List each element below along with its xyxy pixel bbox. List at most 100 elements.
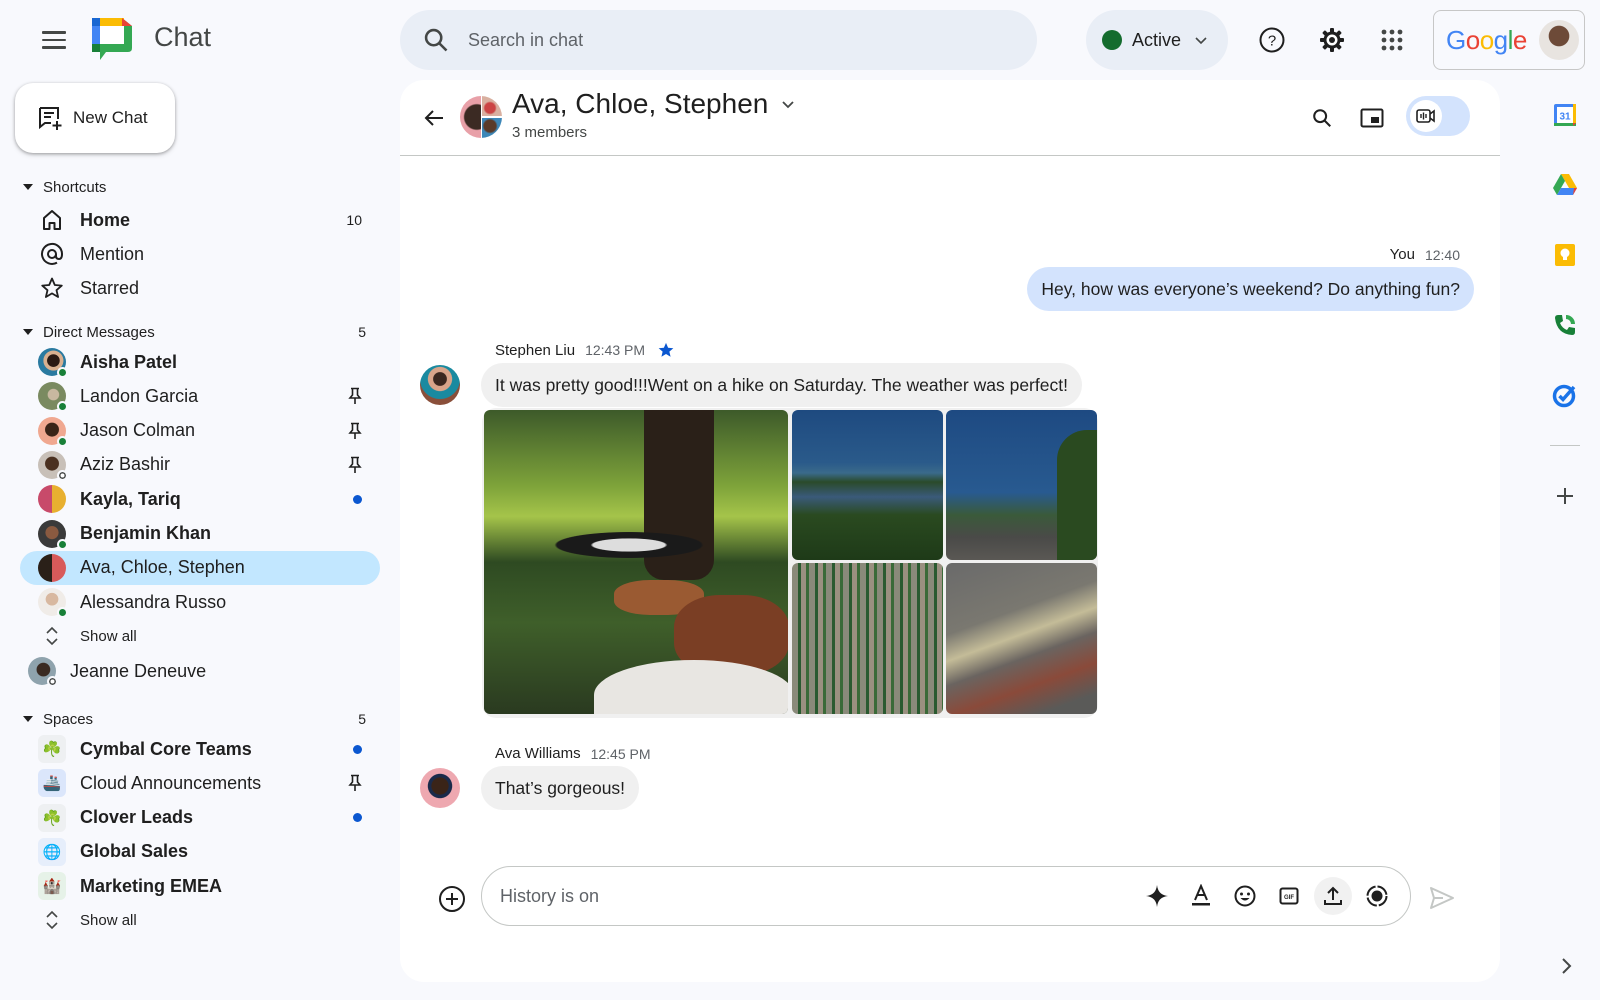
pin-icon[interactable] — [348, 774, 362, 792]
sender-name: Stephen Liu — [495, 341, 576, 359]
apps-button[interactable] — [1374, 22, 1410, 58]
account-button[interactable]: Google — [1433, 10, 1585, 70]
chat-logo-icon — [92, 18, 132, 60]
sidebar-item-dm[interactable]: Aziz Bashir — [20, 448, 380, 482]
sidebar-item-label: Jason Colman — [80, 420, 196, 441]
chevron-down-icon — [782, 101, 794, 109]
photo-coastal-island[interactable] — [792, 410, 943, 560]
pin-icon[interactable] — [348, 422, 362, 440]
sidebar-item-dm[interactable]: Kayla, Tariq — [20, 482, 380, 516]
search-icon — [424, 28, 448, 52]
format-text-button[interactable] — [1182, 877, 1220, 915]
send-button[interactable] — [1424, 880, 1460, 916]
search-input[interactable] — [468, 29, 968, 51]
sidebar-item-space[interactable]: 🚢 Cloud Announcements — [20, 766, 380, 800]
emoji-button[interactable] — [1226, 877, 1264, 915]
chevron-down-icon — [1195, 37, 1207, 45]
sidebar-item-space[interactable]: 🏰 Marketing EMEA — [20, 869, 380, 903]
sidebar-item-label: Aziz Bashir — [80, 454, 171, 475]
status-dot — [1102, 30, 1122, 50]
new-chat-button[interactable]: New Chat — [15, 83, 175, 153]
calendar-app-button[interactable]: 31 — [1549, 99, 1581, 131]
unread-dot — [353, 494, 362, 504]
sidebar-item-dm[interactable]: Jason Colman — [20, 414, 380, 448]
dm-show-all[interactable]: Show all — [20, 619, 380, 653]
message-bubble: That’s gorgeous! — [481, 766, 640, 810]
emoji-icon — [1234, 885, 1256, 907]
photo-cows-under-tree[interactable] — [484, 410, 788, 714]
shortcuts-section-header[interactable]: Shortcuts — [20, 175, 370, 199]
search-in-conversation-button[interactable] — [1304, 100, 1340, 136]
sidebar-item-dm[interactable]: Benjamin Khan — [20, 517, 380, 551]
sidebar-item-home[interactable]: Home 10 — [20, 203, 380, 237]
status-dropdown[interactable]: Active — [1086, 10, 1228, 70]
gemini-button[interactable] — [1138, 877, 1176, 915]
record-video-button[interactable] — [1358, 877, 1396, 915]
sender-name: Ava Williams — [495, 745, 581, 762]
sidebar-item-label: Alessandra Russo — [80, 591, 227, 612]
account-avatar — [1538, 20, 1579, 60]
sidebar-item-space[interactable]: ☘️ Clover Leads — [20, 801, 380, 835]
sidebar-item-dm[interactable]: Aisha Patel — [20, 345, 380, 379]
sidebar-item-jeanne-deneuve[interactable]: Jeanne Deneuve — [10, 654, 370, 688]
sidebar-item-label: Jeanne Deneuve — [70, 660, 207, 681]
sidebar-item-label: Marketing EMEA — [80, 875, 223, 896]
conversation-title[interactable]: Ava, Chloe, Stephen — [512, 88, 796, 120]
show-all-label: Show all — [80, 627, 137, 645]
gif-button[interactable]: GIF — [1270, 877, 1308, 915]
sidebar-item-dm[interactable]: Ava, Chloe, Stephen — [20, 550, 380, 585]
message-time: 12:45 PM — [590, 745, 651, 762]
upload-icon — [1324, 886, 1342, 905]
presence-online-indicator — [57, 435, 68, 447]
expand-side-panel-button[interactable] — [1554, 954, 1578, 978]
member-count: 3 members — [512, 124, 588, 141]
add-attachment-button[interactable] — [436, 883, 468, 915]
presence-away-indicator — [57, 469, 68, 481]
spaces-show-all[interactable]: Show all — [20, 903, 380, 937]
photo-seaside-town[interactable] — [946, 410, 1097, 560]
main-menu-button[interactable] — [36, 24, 72, 56]
sidebar-item-starred[interactable]: Starred — [20, 271, 380, 305]
settings-button[interactable] — [1314, 22, 1350, 58]
sidebar-item-label: Home — [80, 209, 131, 230]
app-title: Chat — [154, 22, 212, 52]
message-composer[interactable]: GIF — [481, 866, 1411, 926]
pin-icon[interactable] — [348, 456, 362, 474]
message-bubble: It was pretty good!!!Went on a hike on S… — [481, 363, 1082, 407]
upload-file-button[interactable] — [1314, 877, 1352, 915]
sidebar-item-mention[interactable]: Mention — [20, 237, 380, 271]
sender-avatar[interactable] — [420, 768, 460, 808]
direct-messages-section-header[interactable]: Direct Messages 5 — [20, 320, 370, 344]
help-button[interactable]: ? — [1254, 22, 1290, 58]
group-avatar — [460, 96, 502, 138]
spaces-section-header[interactable]: Spaces 5 — [20, 707, 370, 731]
sidebar-item-space[interactable]: ☘️ Cymbal Core Teams — [20, 732, 380, 766]
sender-avatar[interactable] — [420, 365, 460, 405]
voice-app-button[interactable] — [1549, 309, 1581, 341]
sidebar-item-dm[interactable]: Landon Garcia — [20, 379, 380, 413]
sidebar-item-dm[interactable]: Alessandra Russo — [20, 585, 380, 619]
keep-app-button[interactable] — [1549, 239, 1581, 271]
add-app-button[interactable] — [1549, 480, 1581, 512]
back-button[interactable] — [416, 100, 452, 136]
expand-collapse-icon — [46, 626, 58, 646]
conversation-title-text: Ava, Chloe, Stephen — [512, 88, 769, 119]
sidebar-item-label: Starred — [80, 277, 140, 298]
photo-pine-trees-ash[interactable] — [792, 563, 943, 714]
tasks-app-button[interactable] — [1549, 379, 1581, 411]
drive-app-button[interactable] — [1549, 169, 1581, 201]
sidebar-item-label: Cymbal Core Teams — [80, 738, 252, 759]
message-input[interactable] — [500, 885, 1100, 907]
photo-volcanic-landscape[interactable] — [946, 563, 1097, 714]
sidebar-item-label: Aisha Patel — [80, 351, 178, 372]
message-bubble-mine: Hey, how was everyone’s weekend? Do anyt… — [1027, 267, 1474, 311]
sidebar-item-space[interactable]: 🌐 Global Sales — [20, 835, 380, 869]
tasks-icon — [1552, 384, 1576, 408]
sidebar-item-label: Clover Leads — [80, 807, 194, 828]
search-bar[interactable] — [400, 10, 1037, 70]
pin-icon[interactable] — [348, 387, 362, 405]
star-filled-icon[interactable] — [657, 341, 675, 359]
text-format-icon — [1192, 884, 1210, 906]
open-in-popup-button[interactable] — [1354, 100, 1390, 136]
huddle-toggle[interactable] — [1406, 96, 1470, 136]
